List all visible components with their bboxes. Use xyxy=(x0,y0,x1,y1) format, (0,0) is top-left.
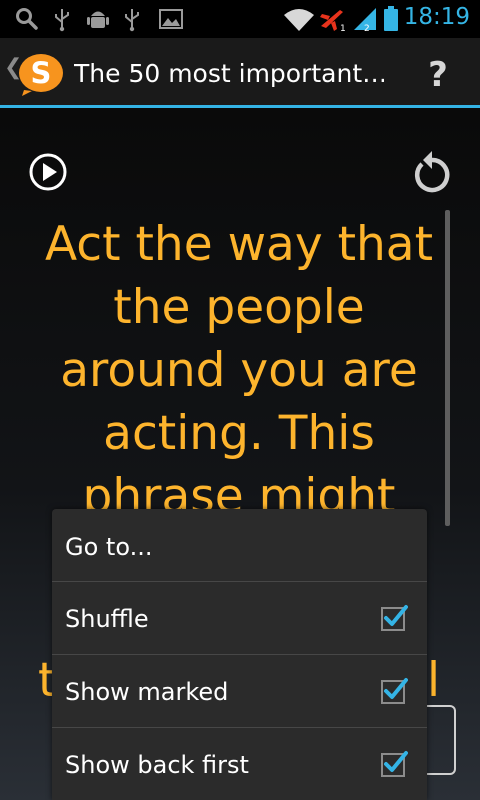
menu-item-go-to[interactable]: Go to... xyxy=(52,509,427,582)
clock: 18:19 xyxy=(403,4,470,30)
usb-icon xyxy=(125,9,139,32)
app-logo-icon[interactable]: S xyxy=(16,52,66,96)
image-icon xyxy=(159,9,183,29)
battery-icon xyxy=(384,6,398,31)
replay-icon[interactable] xyxy=(410,148,454,194)
svg-text:1: 1 xyxy=(340,24,346,32)
menu-item-label: Show back first xyxy=(65,751,249,779)
checkbox-checked-icon[interactable] xyxy=(380,604,408,632)
search-icon xyxy=(16,8,38,30)
overflow-menu: Go to... Shuffle Show marked Show back f… xyxy=(52,509,427,800)
airplane-icon: 1 xyxy=(320,10,346,32)
wifi-icon xyxy=(284,9,314,31)
help-button[interactable]: ? xyxy=(418,51,458,99)
card-text-partial-right: l xyxy=(427,653,441,708)
svg-text:2: 2 xyxy=(364,24,370,32)
app-logo-letter: S xyxy=(31,56,52,90)
page-title: The 50 most important… xyxy=(74,59,384,88)
android-debug-icon xyxy=(87,11,109,28)
menu-item-show-marked[interactable]: Show marked xyxy=(52,655,427,728)
signal-icon: 2 xyxy=(354,8,376,32)
menu-item-label: Shuffle xyxy=(65,605,149,633)
checkbox-checked-icon[interactable] xyxy=(380,677,408,705)
play-icon[interactable] xyxy=(28,152,68,192)
usb-icon xyxy=(55,9,69,32)
menu-item-label: Go to... xyxy=(65,533,153,561)
menu-item-label: Show marked xyxy=(65,678,229,706)
menu-item-shuffle[interactable]: Shuffle xyxy=(52,582,427,655)
status-bar: 1 2 18:19 xyxy=(0,0,480,38)
menu-item-show-back-first[interactable]: Show back first xyxy=(52,728,427,800)
card-text: Act the way that the people around you a… xyxy=(44,217,434,524)
checkbox-checked-icon[interactable] xyxy=(380,750,408,778)
